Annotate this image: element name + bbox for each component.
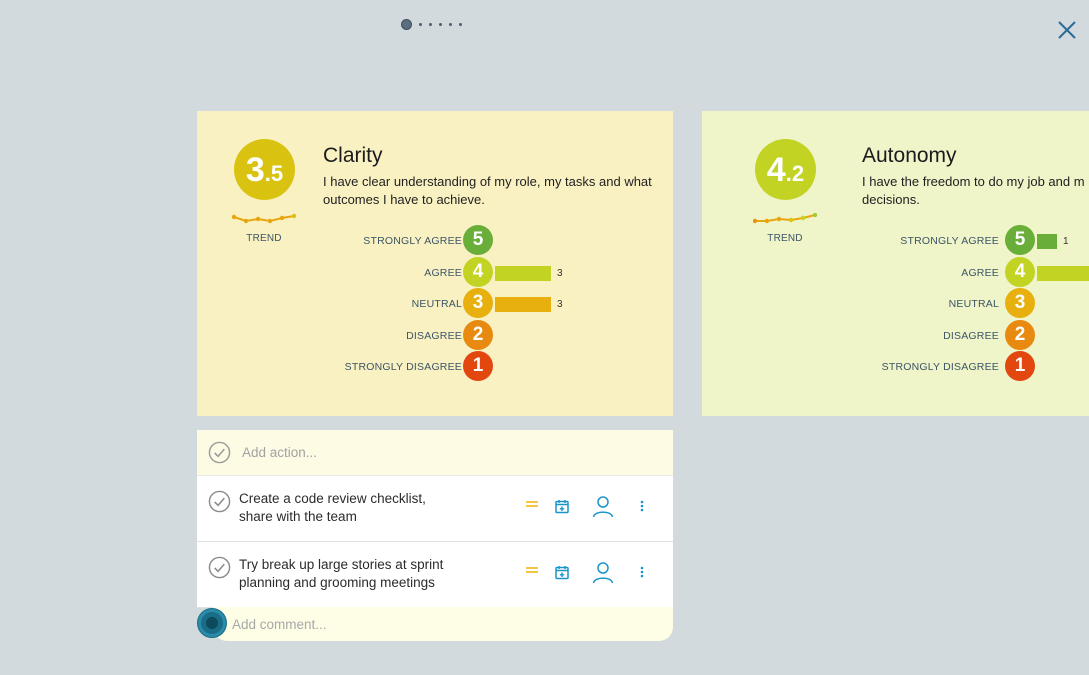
trend-widget[interactable]: TREND — [232, 213, 296, 244]
page-dot-3[interactable] — [429, 23, 432, 26]
page-dot-1[interactable] — [401, 19, 412, 30]
trend-sparkline-icon — [753, 213, 817, 224]
question-card-clarity[interactable]: 3.5 TREND Clarity I have clear understan… — [197, 111, 673, 416]
page-dot-5[interactable] — [449, 23, 452, 26]
close-button[interactable] — [1057, 20, 1079, 42]
action-text[interactable]: Try break up large stories at sprint pla… — [239, 556, 469, 592]
trend-widget[interactable]: TREND — [753, 213, 817, 244]
scale-value-badge: 4 — [1005, 256, 1035, 287]
scale-label: STRONGLY AGREE — [363, 235, 462, 247]
add-action-input[interactable]: Add action... — [242, 445, 317, 460]
scale-label: STRONGLY AGREE — [900, 235, 999, 247]
action-text-line: planning and grooming meetings — [239, 575, 435, 590]
user-icon[interactable] — [591, 494, 615, 518]
comment-placeholder: Add comment... — [232, 616, 327, 632]
more-vertical-icon[interactable] — [640, 500, 644, 512]
question-description: I have the freedom to do my job and m de… — [862, 173, 1089, 209]
page-dot-2[interactable] — [419, 23, 422, 26]
action-text-line: share with the team — [239, 509, 357, 524]
score-integer: 3 — [245, 151, 265, 189]
user-icon[interactable] — [591, 560, 615, 584]
calendar-icon[interactable] — [555, 565, 569, 580]
response-bar — [1037, 234, 1057, 249]
response-bar — [495, 297, 551, 312]
trend-label: TREND — [246, 233, 282, 244]
scale-value-badge: 2 — [463, 319, 493, 350]
response-count: 3 — [557, 299, 563, 310]
action-item[interactable]: Try break up large stories at sprint pla… — [197, 542, 673, 608]
scale-value-badge: 1 — [1005, 351, 1035, 381]
scale-value-badge: 1 — [463, 351, 493, 381]
score-decimal: .2 — [785, 161, 805, 186]
action-text-line: Try break up large stories at sprint — [239, 557, 444, 572]
priority-equal-icon[interactable] — [525, 498, 539, 510]
scale-value-badge: 3 — [463, 288, 493, 318]
check-circle-icon[interactable] — [208, 490, 231, 513]
action-text[interactable]: Create a code review checklist, share wi… — [239, 490, 469, 526]
scale-value-badge: 3 — [1005, 288, 1035, 318]
trend-label: TREND — [767, 233, 803, 244]
average-score: 3.5 — [234, 139, 295, 200]
more-vertical-icon[interactable] — [640, 566, 644, 578]
description-line: decisions. — [862, 192, 920, 207]
comment-input[interactable]: Add comment... — [213, 607, 673, 641]
scale-label: NEUTRAL — [411, 298, 462, 310]
scale-value-badge: 2 — [1005, 319, 1035, 350]
check-circle-icon[interactable] — [208, 556, 231, 579]
avatar[interactable] — [197, 608, 227, 638]
trend-sparkline-icon — [232, 213, 296, 224]
scale-value-badge: 4 — [463, 256, 493, 287]
check-circle-icon — [208, 441, 231, 464]
scale-label: AGREE — [424, 266, 462, 279]
calendar-icon[interactable] — [555, 499, 569, 514]
question-title: Clarity — [323, 144, 383, 167]
scale-label: STRONGLY DISAGREE — [344, 361, 462, 373]
pagination-dots — [401, 19, 462, 30]
priority-equal-icon[interactable] — [525, 564, 539, 576]
scale-value-badge: 5 — [1005, 225, 1035, 255]
response-bar — [495, 265, 551, 281]
question-title: Autonomy — [862, 144, 957, 167]
add-action-row[interactable]: Add action... — [197, 430, 673, 476]
scale-value-badge: 5 — [463, 225, 493, 255]
response-count: 3 — [557, 267, 563, 279]
question-card-autonomy[interactable]: 4.2 TREND Autonomy I have the freedom to… — [702, 111, 1089, 416]
scale-label: AGREE — [961, 266, 999, 279]
action-item[interactable]: Create a code review checklist, share wi… — [197, 476, 673, 542]
comment-area: Add comment... — [197, 607, 673, 641]
question-description: I have clear understanding of my role, m… — [323, 174, 652, 207]
page-dot-6[interactable] — [459, 23, 462, 26]
average-score: 4.2 — [755, 139, 816, 200]
description-line: I have the freedom to do my job and m — [862, 174, 1085, 189]
scale-label: NEUTRAL — [948, 298, 999, 310]
close-icon — [1058, 21, 1076, 39]
page-dot-4[interactable] — [439, 23, 442, 26]
action-text-line: Create a code review checklist, — [239, 491, 426, 506]
score-decimal: .5 — [264, 161, 284, 186]
score-integer: 4 — [766, 151, 786, 189]
actions-panel: Add action... Create a code review check… — [197, 430, 673, 608]
scale-label: STRONGLY DISAGREE — [881, 361, 999, 373]
scale-label: DISAGREE — [943, 329, 999, 342]
scale-label: DISAGREE — [406, 329, 462, 342]
response-bar — [1037, 265, 1089, 281]
response-count: 1 — [1063, 236, 1069, 247]
